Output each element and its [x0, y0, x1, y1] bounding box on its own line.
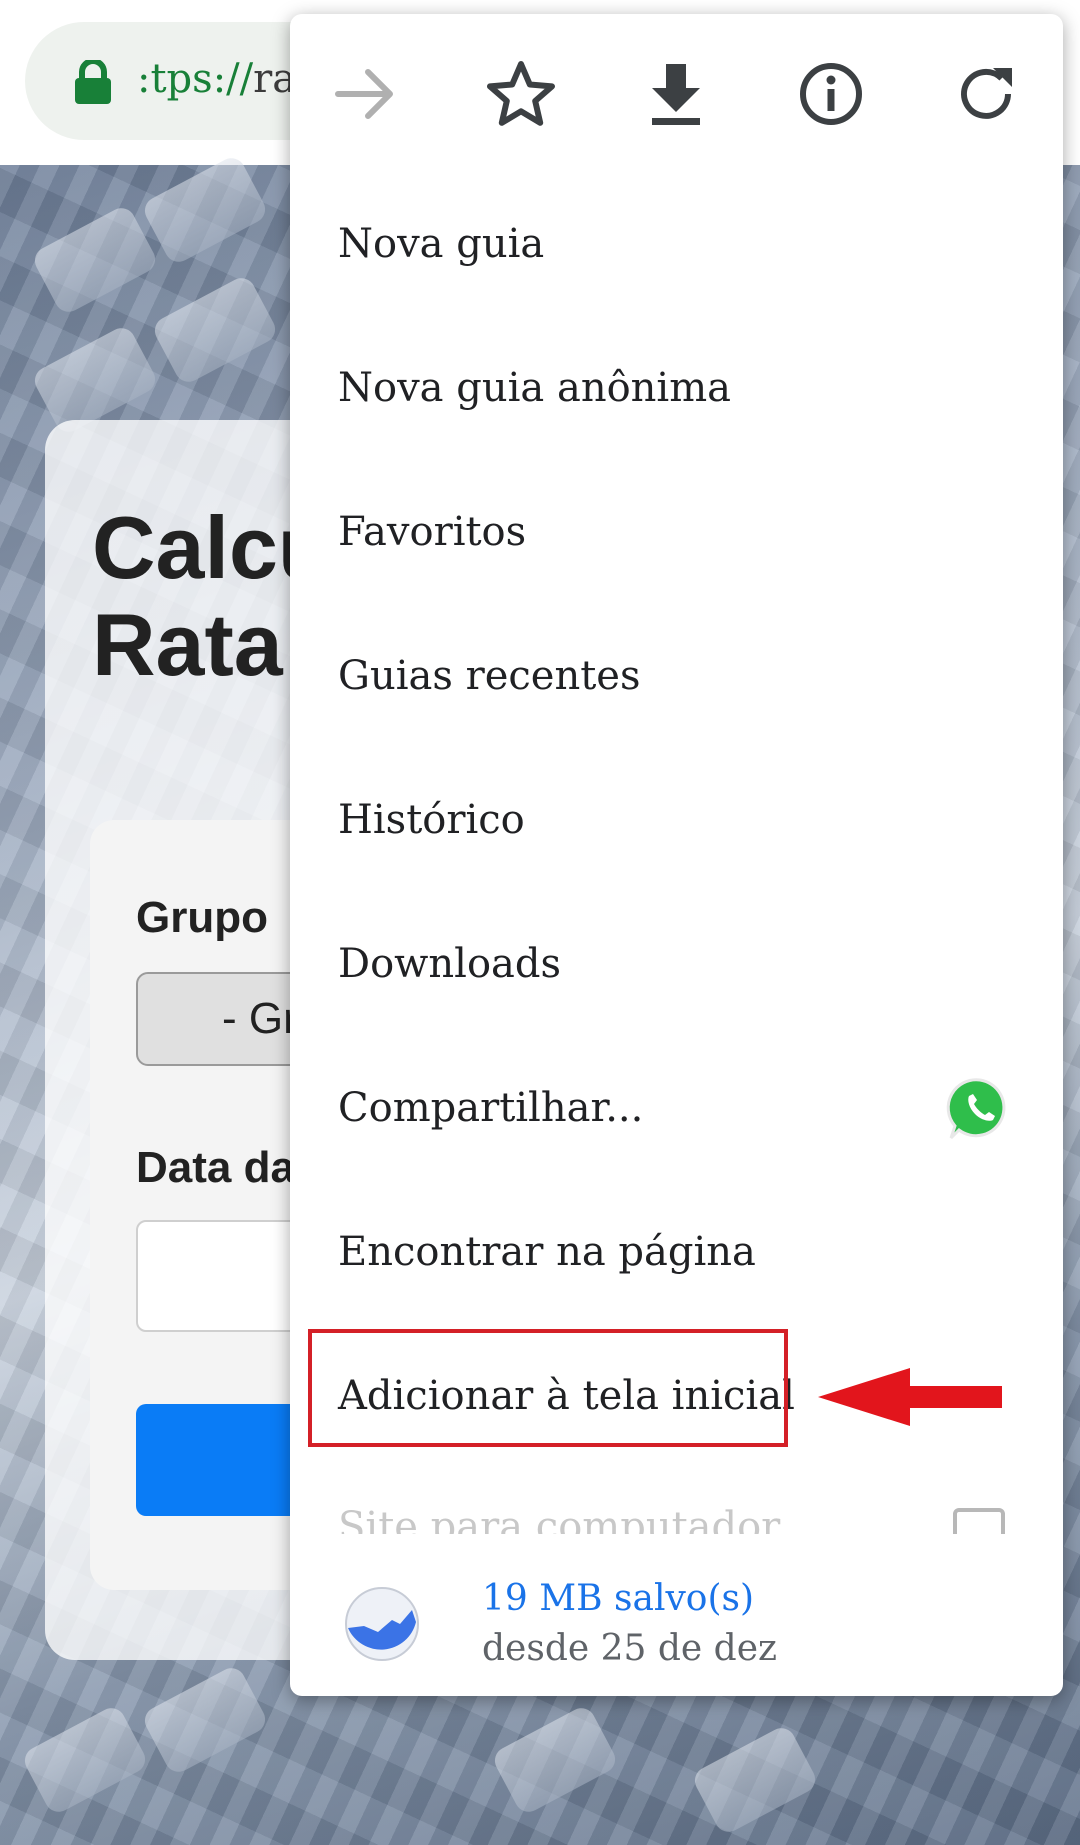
calculator-key	[140, 1663, 270, 1777]
lock-icon	[75, 60, 111, 104]
desktop-site-checkbox[interactable]	[953, 1508, 1005, 1534]
menu-item-bookmarks[interactable]: Favoritos	[290, 460, 1063, 604]
menu-item-incognito-tab[interactable]: Nova guia anônima	[290, 316, 1063, 460]
menu-item-history[interactable]: Histórico	[290, 748, 1063, 892]
download-icon[interactable]	[636, 54, 716, 134]
menu-toolbar	[290, 14, 1063, 164]
menu-item-label: Site para computador	[338, 1504, 781, 1534]
calculator-key	[150, 273, 280, 387]
calculator-key	[20, 1703, 150, 1817]
info-icon[interactable]	[791, 54, 871, 134]
menu-item-label: Downloads	[338, 941, 562, 987]
highlight-annotation	[308, 1329, 788, 1447]
arrow-right-icon[interactable]	[326, 54, 406, 134]
menu-item-label: Guias recentes	[338, 653, 641, 699]
menu-item-downloads[interactable]: Downloads	[290, 892, 1063, 1036]
menu-item-label: Nova guia	[338, 221, 545, 267]
group-label: Grupo	[136, 893, 268, 942]
menu-item-new-tab[interactable]: Nova guia	[290, 172, 1063, 316]
menu-item-find-in-page[interactable]: Encontrar na página	[290, 1180, 1063, 1324]
menu-item-desktop-site[interactable]: Site para computador	[290, 1494, 1063, 1534]
menu-item-label: Compartilhar...	[338, 1085, 644, 1131]
menu-item-label: Encontrar na página	[338, 1229, 756, 1275]
data-saved-since: desde 25 de dez	[482, 1628, 777, 1669]
group-select-value: - Gr	[222, 994, 298, 1043]
calculator-key	[30, 203, 160, 317]
calculator-key	[490, 1703, 620, 1817]
refresh-icon[interactable]	[946, 54, 1026, 134]
menu-item-recent-tabs[interactable]: Guias recentes	[290, 604, 1063, 748]
star-icon[interactable]	[481, 54, 561, 134]
red-arrow-annotation	[818, 1368, 1002, 1426]
menu-item-share[interactable]: Compartilhar...	[290, 1036, 1063, 1180]
calculator-key	[140, 153, 270, 267]
menu-item-label: Histórico	[338, 797, 525, 843]
menu-item-label: Nova guia anônima	[338, 365, 731, 411]
menu-item-label: Favoritos	[338, 509, 527, 555]
whatsapp-icon[interactable]	[945, 1074, 1015, 1144]
page-title: Calcu Rata	[92, 500, 292, 694]
date-label: Data da	[136, 1143, 295, 1192]
data-saver-chart-icon	[345, 1587, 419, 1661]
data-saver-footer[interactable]: 19 MB salvo(s) desde 25 de dez	[290, 1540, 1063, 1696]
data-saved-amount: 19 MB salvo(s)	[482, 1578, 755, 1619]
calculator-key	[690, 1723, 820, 1837]
url-text: :tps://ra	[137, 56, 297, 102]
